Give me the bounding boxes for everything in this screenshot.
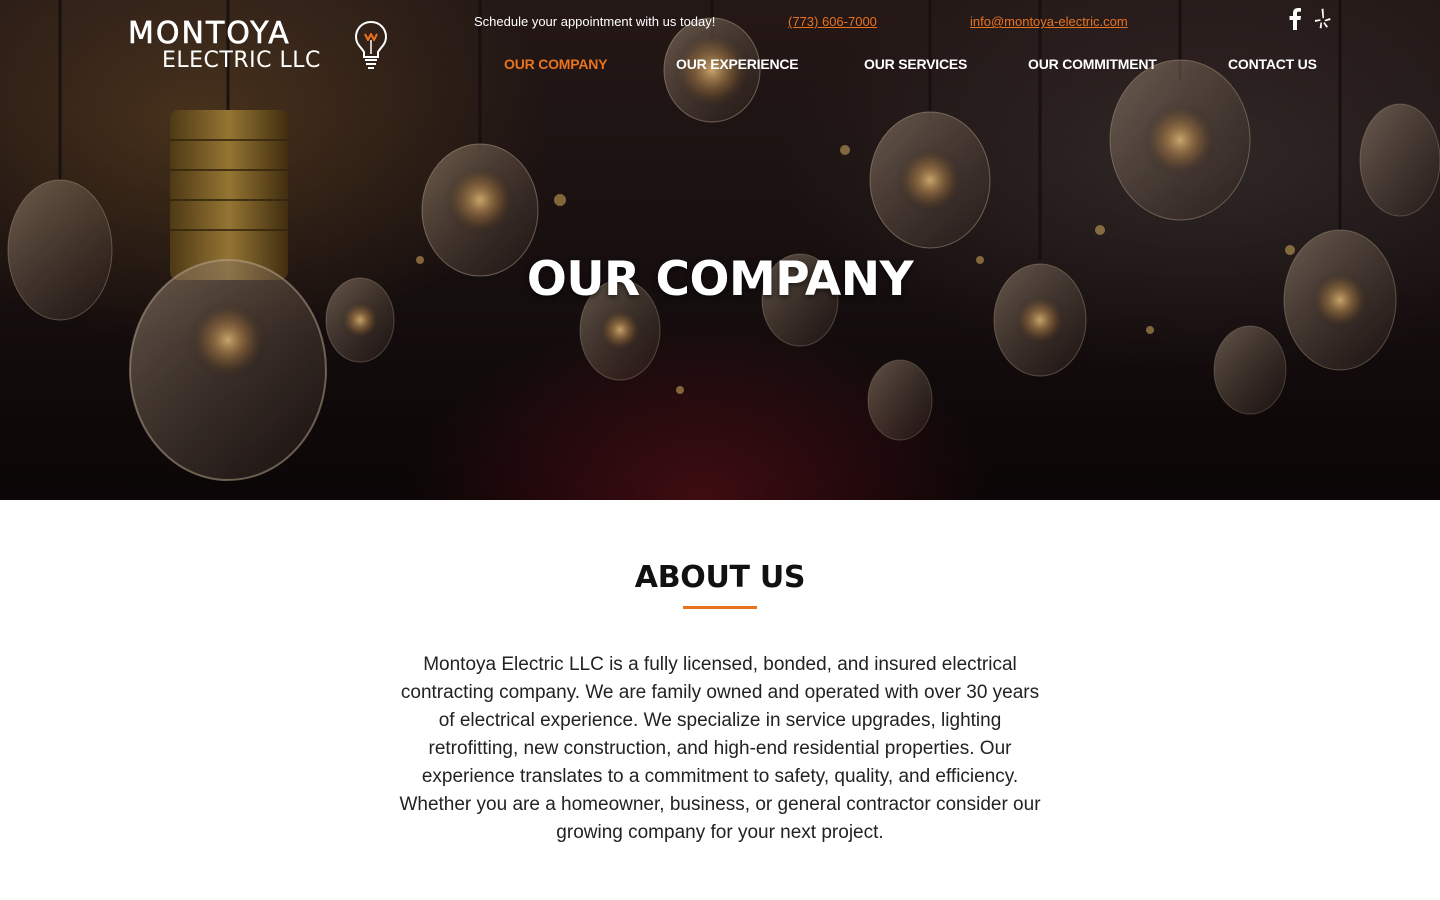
email-link[interactable]: info@montoya-electric.com [970, 14, 1128, 29]
phone-link[interactable]: (773) 606-7000 [788, 14, 877, 29]
nav-our-services[interactable]: OUR SERVICES [864, 56, 967, 72]
social-links [1288, 8, 1336, 30]
nav-our-commitment[interactable]: OUR COMMITMENT [1028, 56, 1157, 72]
hero-banner: MONTOYA ELECTRIC LLC Schedule your appoi… [0, 0, 1440, 500]
main-nav: OUR COMPANY OUR EXPERIENCE OUR SERVICES … [0, 56, 1440, 76]
about-heading-underline [683, 606, 757, 609]
appointment-tagline: Schedule your appointment with us today! [474, 14, 716, 29]
brand-name-line1: MONTOYA [128, 16, 291, 51]
nav-our-company[interactable]: OUR COMPANY [504, 56, 608, 72]
about-body-text: Montoya Electric LLC is a fully licensed… [399, 654, 1041, 843]
nav-contact-us[interactable]: CONTACT US [1228, 56, 1317, 72]
yelp-icon[interactable] [1314, 8, 1332, 30]
about-heading: ABOUT US [634, 560, 806, 595]
hero-title: OUR COMPANY [526, 252, 914, 307]
nav-our-experience[interactable]: OUR EXPERIENCE [676, 56, 799, 72]
facebook-icon[interactable] [1288, 8, 1302, 30]
